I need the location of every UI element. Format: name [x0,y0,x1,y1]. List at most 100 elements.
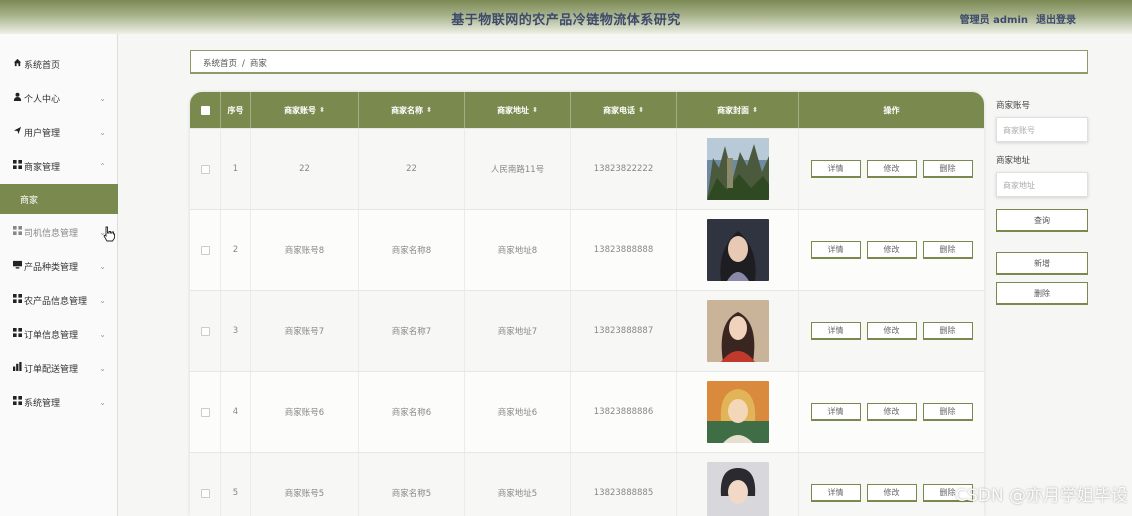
edit-button[interactable]: 修改 [866,322,917,340]
sidebar-item-label: 系统首页 [24,60,61,71]
sidebar-item-drivers[interactable]: 司机信息管理 ⌄ [0,215,118,249]
column-header-cover[interactable]: 商家封面 ⬍ [677,92,799,128]
row-index: 5 [221,453,251,516]
breadcrumb-current: 商家 [249,59,267,69]
chevron-down-icon: ⌄ [99,261,106,271]
select-all-checkbox[interactable] [200,105,210,115]
merchant-address: 商家地址8 [465,210,571,290]
sort-icon[interactable]: ⬍ [532,106,538,114]
sort-icon[interactable]: ⬍ [752,106,758,114]
column-header-name[interactable]: 商家名称 ⬍ [359,92,465,128]
merchant-name: 商家名称8 [359,210,465,290]
table-row: 5 商家账号5 商家名称5 商家地址5 13823888885 详情 修改 删除 [190,452,984,516]
logout-link[interactable]: 退出登录 [1036,11,1076,26]
detail-button[interactable]: 详情 [810,241,861,259]
batch-delete-button[interactable]: 删除 [996,282,1088,305]
column-header-label: 商家地址 [497,105,530,115]
delete-button[interactable]: 删除 [922,241,973,259]
chevron-down-icon: ⌄ [99,93,106,103]
delete-button[interactable]: 删除 [922,322,973,340]
column-header-account[interactable]: 商家账号 ⬍ [251,92,359,128]
query-button[interactable]: 查询 [996,209,1088,232]
edit-button[interactable]: 修改 [866,241,917,259]
detail-button[interactable]: 详情 [810,484,861,502]
row-index: 3 [221,291,251,371]
row-checkbox[interactable] [200,164,210,174]
column-header-address[interactable]: 商家地址 ⬍ [465,92,571,128]
breadcrumb-home[interactable]: 系统首页 [203,59,237,69]
column-header-index: 序号 [221,92,251,128]
sidebar-item-home[interactable]: 系统首页 [0,47,118,81]
merchant-cover-image [706,138,769,200]
sidebar-item-label: 商家管理 [24,162,61,173]
merchant-address: 商家地址6 [465,372,571,452]
row-select-cell [190,453,221,516]
column-header-label: 商家账号 [284,105,317,115]
sidebar-item-label: 系统管理 [24,398,61,409]
monitor-icon [0,260,22,272]
merchant-phone: 13823822222 [571,129,677,209]
bar-chart-icon [0,362,22,374]
column-header-label: 商家名称 [391,105,424,115]
sidebar-subitem-merchant[interactable]: 商家 [0,184,118,214]
chevron-down-icon: ⌄ [99,127,106,137]
sidebar-item-label: 司机信息管理 [24,228,79,239]
sort-icon[interactable]: ⬍ [638,106,644,114]
row-select-cell [190,210,221,290]
row-select-cell [190,129,221,209]
detail-button[interactable]: 详情 [810,403,861,421]
merchant-address: 商家地址7 [465,291,571,371]
sidebar-item-merchants[interactable]: 商家管理 ⌃ [0,149,118,183]
sort-icon[interactable]: ⬍ [426,106,432,114]
sidebar-item-produce-info[interactable]: 农产品信息管理 ⌄ [0,283,118,317]
home-icon [0,58,22,70]
row-actions: 详情 修改 删除 [799,372,984,452]
sidebar-item-users[interactable]: 用户管理 ⌄ [0,115,118,149]
merchant-account: 商家账号5 [251,453,359,516]
sort-icon[interactable]: ⬍ [319,106,325,114]
detail-button[interactable]: 详情 [810,160,861,178]
column-header-phone[interactable]: 商家电话 ⬍ [571,92,677,128]
merchant-name: 商家名称6 [359,372,465,452]
sidebar-item-orders[interactable]: 订单信息管理 ⌄ [0,317,118,351]
watermark: CSDN @亦月学姐毕设 [955,486,1128,506]
sidebar: 系统首页 个人中心 ⌄ 用户管理 ⌄ 商家管理 ⌃ 商家 司机信息管理 ⌄ 产品… [0,34,118,516]
grid-icon [0,328,22,340]
sidebar-item-label: 用户管理 [24,128,61,139]
row-select-cell [190,372,221,452]
delete-button[interactable]: 删除 [922,403,973,421]
edit-button[interactable]: 修改 [866,484,917,502]
grid-icon [0,294,22,306]
search-address-input[interactable]: 商家地址 [996,172,1088,197]
merchant-name: 商家名称5 [359,453,465,516]
sidebar-item-profile[interactable]: 个人中心 ⌄ [0,81,118,115]
hand-cursor-icon [102,226,116,246]
table-row: 2 商家账号8 商家名称8 商家地址8 13823888888 详情 修改 删除 [190,209,984,290]
search-account-input[interactable]: 商家账号 [996,117,1088,142]
table-row: 1 22 22 人民南路11号 13823822222 详情 修改 删除 [190,128,984,209]
delete-button[interactable]: 删除 [922,160,973,178]
merchant-name: 商家名称7 [359,291,465,371]
row-checkbox[interactable] [200,407,210,417]
row-checkbox[interactable] [200,326,210,336]
row-checkbox[interactable] [200,245,210,255]
add-button[interactable]: 新增 [996,252,1088,275]
row-checkbox[interactable] [200,488,210,498]
merchant-cover-image [706,381,769,443]
merchant-cover-image [706,219,769,281]
sidebar-item-delivery[interactable]: 订单配送管理 ⌄ [0,351,118,385]
sidebar-item-product-types[interactable]: 产品种类管理 ⌄ [0,249,118,283]
edit-button[interactable]: 修改 [866,403,917,421]
chevron-down-icon: ⌄ [99,295,106,305]
detail-button[interactable]: 详情 [810,322,861,340]
merchant-cover-cell [677,291,799,371]
table-header: 序号 商家账号 ⬍ 商家名称 ⬍ 商家地址 ⬍ 商家电话 ⬍ 商家封面 ⬍ 操作 [190,92,984,128]
merchant-account: 商家账号7 [251,291,359,371]
sidebar-item-system[interactable]: 系统管理 ⌄ [0,385,118,419]
row-index: 2 [221,210,251,290]
merchant-account: 22 [251,129,359,209]
edit-button[interactable]: 修改 [866,160,917,178]
merchant-cover-image [706,300,769,362]
sidebar-item-label: 产品种类管理 [24,262,79,273]
person-icon [0,92,22,104]
